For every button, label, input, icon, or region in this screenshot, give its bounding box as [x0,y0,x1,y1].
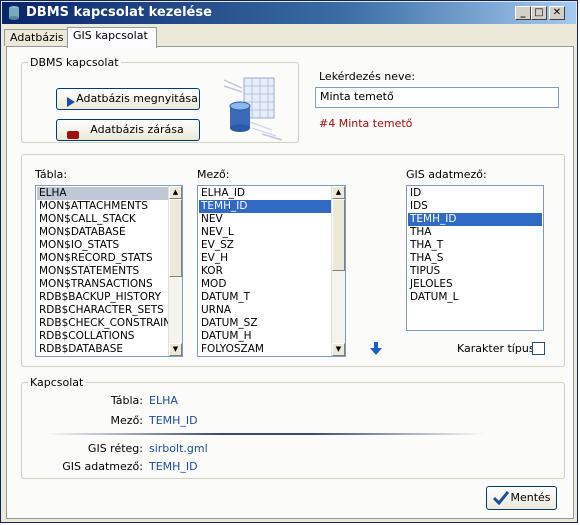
list-item[interactable]: EV_H [199,252,331,265]
gis-list-label: GIS adatmező: [406,168,487,181]
dbms-group: DBMS kapcsolat Adatbázis megnyitása Adat… [21,56,299,143]
close-database-label: Adatbázis zárása [90,123,184,136]
query-status: #4 Minta temető [319,117,413,130]
list-item[interactable]: MON$IO_STATS [37,239,168,252]
table-scrollbar[interactable]: ▲ ▼ [168,186,182,356]
list-item[interactable]: ID [408,187,542,200]
field-scroll-up[interactable]: ▲ [332,186,345,199]
table-scroll-up[interactable]: ▲ [169,186,182,199]
list-item[interactable]: RDB$CHECK_CONSTRAINTS [37,317,168,330]
list-item[interactable]: DATUM_T [199,291,331,304]
list-item[interactable]: ELHA [37,187,168,200]
list-item[interactable]: MON$DATABASE [37,226,168,239]
close-button[interactable]: ✕ [549,6,565,20]
field-listbox[interactable]: ELHA_ID TEMH_ID NEV NEV_L EV_SZ EV_H KOR MOD DAT… [197,185,346,357]
minimize-button[interactable]: _ [515,6,531,20]
conn-table-value: ELHA [149,394,178,407]
list-item[interactable]: MON$RECORD_STATS [37,252,168,265]
conn-gisfield-label: GIS adatmező: [62,460,143,473]
dbms-group-legend: DBMS kapcsolat [30,56,119,69]
list-item[interactable]: THA_T [408,239,542,252]
conn-field-label: Mező: [110,414,143,427]
list-item[interactable]: TIPUS [408,265,542,278]
conn-table-label: Tábla: [110,394,143,407]
query-name-label: Lekérdezés neve: [319,70,416,83]
open-database-button[interactable]: Adatbázis megnyitása [56,88,200,110]
list-item[interactable]: MON$TRANSACTIONS [37,278,168,291]
field-list-label: Mező: [197,168,230,181]
gis-connection-panel: DBMS kapcsolat Adatbázis megnyitása Adat… [6,46,574,519]
conn-layer-label: GIS réteg: [87,442,143,455]
list-item[interactable]: DATUM_H [199,330,331,343]
table-list-items: ELHA MON$ATTACHMENTS MON$CALL_STACK MON$DAT… [37,187,168,356]
list-item[interactable]: KOR [199,265,331,278]
save-button[interactable]: Mentés [486,486,557,510]
field-scrollbar[interactable]: ▲ ▼ [331,186,345,356]
list-item[interactable]: ELHA_ID [199,187,331,200]
list-item[interactable]: RDB$DATABASE [37,343,168,356]
table-scroll-thumb[interactable] [169,199,182,277]
list-item[interactable]: RDB$COLLATIONS [37,330,168,343]
field-scroll-thumb[interactable] [332,199,345,271]
tab-gis-kapcsolat[interactable]: GIS kapcsolat [67,27,157,48]
list-item[interactable]: RDB$CHARACTER_SETS [37,304,168,317]
list-item[interactable]: TEMH_ID [199,200,331,213]
list-item[interactable]: DATUM_SZ [199,317,331,330]
gis-list-items: ID IDS TEMH_ID THA THA_T THA_S TIPUS JELOLES DAT… [408,187,542,304]
type-checkbox-label: Karakter típus [457,342,535,355]
close-database-button[interactable]: Adatbázis zárása [56,119,200,141]
list-item[interactable]: DATUM_L [408,291,542,304]
table-list-label: Tábla: [35,168,68,181]
list-item[interactable]: JELOLES [408,278,542,291]
list-item[interactable]: IDS [408,200,542,213]
arrow-down-icon[interactable] [370,342,382,358]
dbms-connection-window: DBMS kapcsolat kezelése _ □ ✕ Adatbázis … [0,0,578,523]
database-app-icon [6,5,22,21]
conn-layer-value: sirbolt.gml [149,442,208,455]
field-list-items: ELHA_ID TEMH_ID NEV NEV_L EV_SZ EV_H KOR MOD DAT… [199,187,331,356]
open-database-label: Adatbázis megnyitása [76,92,198,105]
list-item[interactable]: MOD [199,278,331,291]
type-checkbox[interactable] [532,342,545,355]
list-item[interactable]: MON$STATEMENTS [37,265,168,278]
list-item[interactable]: URNA [199,304,331,317]
field-scroll-down[interactable]: ▼ [332,343,345,356]
connection-separator [45,433,485,435]
conn-field-value: TEMH_ID [149,414,198,427]
list-item[interactable]: MON$ATTACHMENTS [37,200,168,213]
list-item[interactable]: THA_S [408,252,542,265]
list-item[interactable]: FOLYOSZAM [199,343,331,356]
gis-listbox[interactable]: ID IDS TEMH_ID THA THA_T THA_S TIPUS JELOLES DAT… [406,185,544,331]
title-bar[interactable]: DBMS kapcsolat kezelése _ □ ✕ [2,2,576,24]
connection-legend: Kapcsolat [30,376,84,389]
list-item[interactable]: TEMH_ID [408,213,542,226]
list-item[interactable]: NEV_L [199,226,331,239]
list-item[interactable]: EV_SZ [199,239,331,252]
save-button-label: Mentés [510,491,551,504]
table-listbox[interactable]: ELHA MON$ATTACHMENTS MON$CALL_STACK MON$DAT… [35,185,183,357]
list-item[interactable]: THA [408,226,542,239]
table-scroll-down[interactable]: ▼ [169,343,182,356]
query-name-field[interactable]: Minta temető [315,87,559,108]
window-title: DBMS kapcsolat kezelése [26,5,212,20]
tab-adatbazis[interactable]: Adatbázis [4,29,68,46]
list-item[interactable]: NEV [199,213,331,226]
conn-gisfield-value: TEMH_ID [149,460,198,473]
list-item[interactable]: RDB$BACKUP_HISTORY [37,291,168,304]
database-table-icon [222,74,284,145]
maximize-button[interactable]: □ [531,6,547,20]
list-item[interactable]: MON$CALL_STACK [37,213,168,226]
